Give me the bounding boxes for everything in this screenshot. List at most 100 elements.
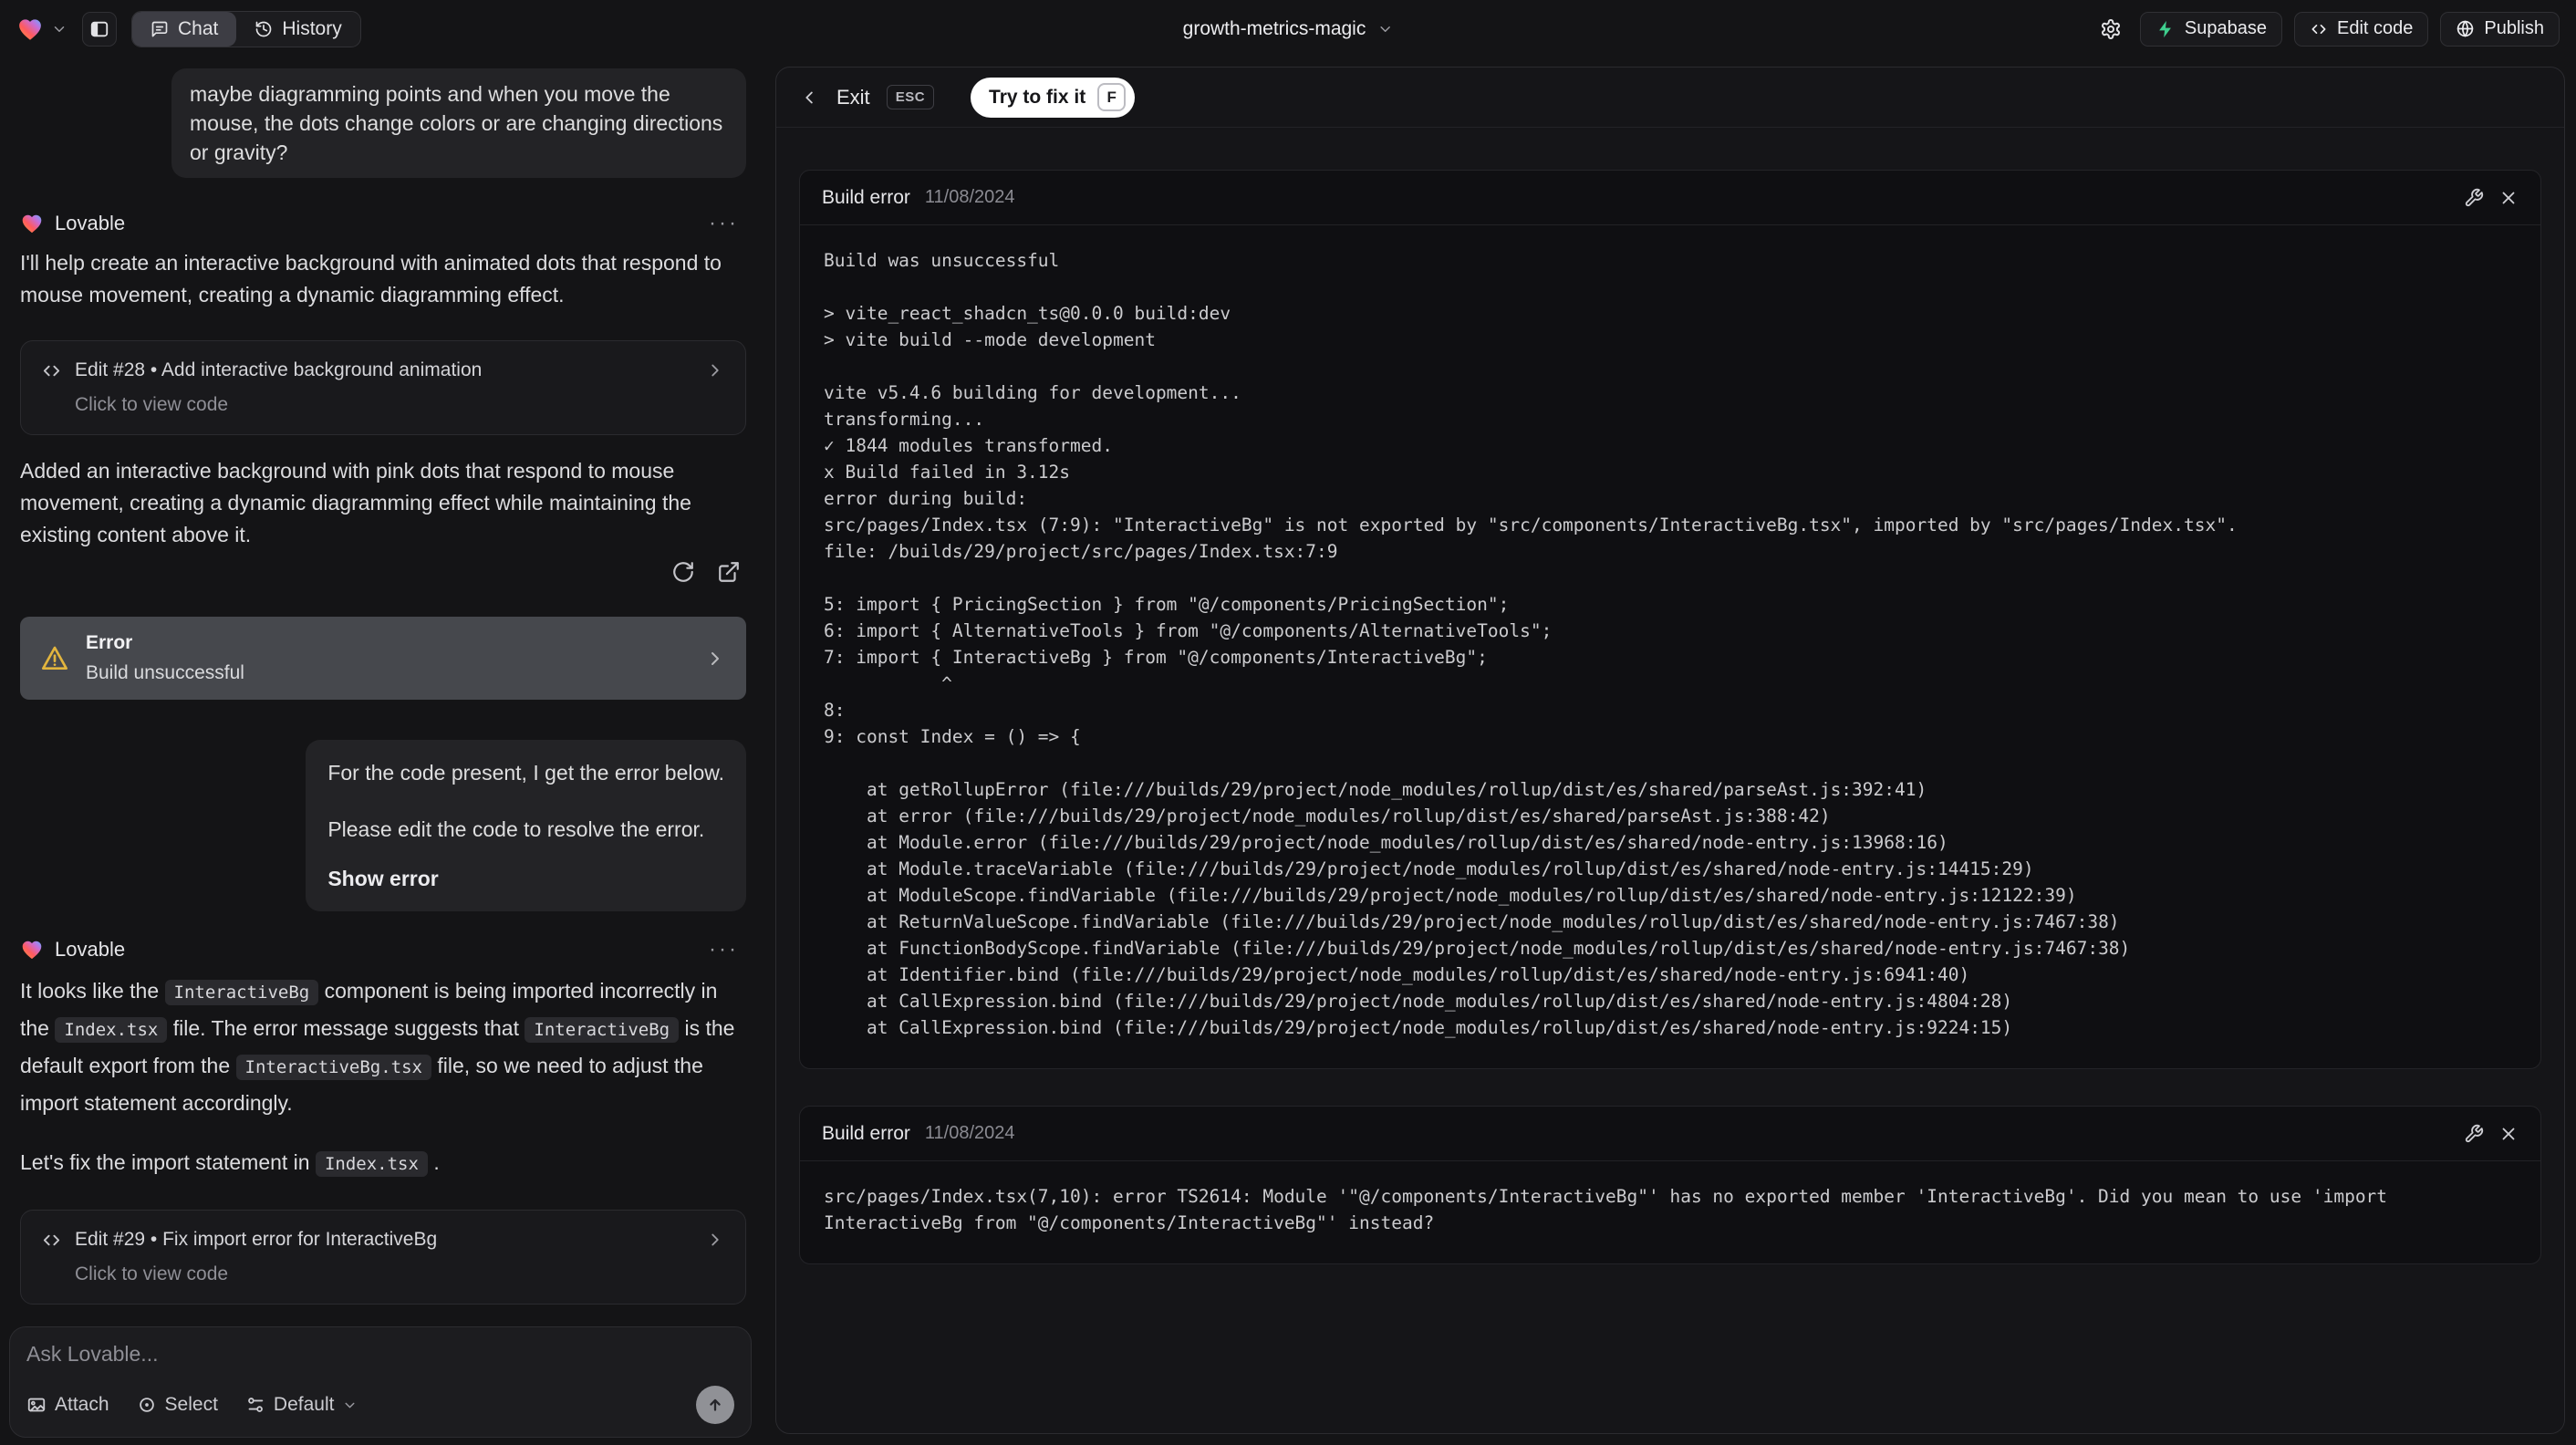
- lovable-heart-icon: [22, 214, 42, 234]
- error-panel-header: Exit ESC Try to fix it F: [776, 68, 2564, 128]
- assistant-name: Lovable: [55, 212, 126, 234]
- build-error-card-body: Build was unsuccessful > vite_react_shad…: [800, 225, 2540, 1068]
- publish-button[interactable]: Publish: [2440, 11, 2560, 47]
- chat-input[interactable]: [26, 1342, 734, 1377]
- edit-card-row: Edit #28 • Add interactive background an…: [41, 359, 725, 381]
- assistant-message: Added an interactive background with pin…: [20, 459, 691, 546]
- code-brackets-icon: [2311, 24, 2326, 34]
- build-error-title: Build error: [822, 186, 910, 208]
- project-switcher[interactable]: growth-metrics-magic: [1183, 0, 1394, 57]
- build-error-date: 11/08/2024: [924, 1123, 1015, 1143]
- user-message: maybe diagramming points and when you mo…: [171, 68, 746, 178]
- build-error-log: src/pages/Index.tsx(7,10): error TS2614:…: [824, 1186, 2398, 1233]
- chat-history-tabs: Chat History: [131, 10, 361, 47]
- chat-input-toolbar: Attach Select Default: [26, 1386, 734, 1424]
- select-label: Select: [164, 1394, 218, 1415]
- inline-code: InteractiveBg: [525, 1017, 680, 1043]
- inline-code: InteractiveBg: [164, 980, 319, 1005]
- lovable-logo-menu[interactable]: [16, 16, 68, 43]
- error-subtitle: Build unsuccessful: [86, 662, 244, 683]
- code-brackets-icon: [43, 1234, 60, 1245]
- edit-code-button[interactable]: Edit code: [2294, 11, 2429, 47]
- text-segment: .: [427, 1150, 440, 1174]
- build-error-title: Build error: [822, 1122, 910, 1144]
- close-icon[interactable]: [2498, 1124, 2519, 1144]
- tab-history-label: History: [282, 17, 342, 39]
- arrow-up-icon: [710, 1398, 721, 1411]
- message-actions: [20, 560, 746, 584]
- chevron-down-icon: [1380, 26, 1390, 32]
- code-brackets-icon: [43, 365, 60, 376]
- settings-button[interactable]: [2093, 12, 2128, 47]
- text-segment: It looks like the: [20, 979, 165, 1003]
- assistant-message: Let's fix the import statement in Index.…: [20, 1145, 746, 1182]
- text-segment: Let's fix the import statement in: [20, 1150, 316, 1174]
- edit-card-subtitle: Click to view code: [75, 394, 229, 415]
- wrench-fix-icon[interactable]: [2464, 188, 2484, 208]
- attach-label: Attach: [55, 1394, 109, 1415]
- try-to-fix-label: Try to fix it: [989, 86, 1086, 108]
- attach-button[interactable]: Attach: [26, 1394, 109, 1416]
- open-in-new-icon[interactable]: [717, 560, 741, 584]
- supabase-label: Supabase: [2184, 18, 2267, 38]
- mode-dropdown[interactable]: Default: [245, 1394, 358, 1416]
- publish-label: Publish: [2484, 18, 2544, 38]
- edit-card-subtitle: Click to view code: [75, 1263, 229, 1284]
- f-key-hint: F: [1097, 83, 1127, 111]
- lovable-heart-icon: [19, 18, 41, 40]
- message-menu-button[interactable]: ···: [709, 211, 739, 236]
- sliders-icon: [248, 1398, 264, 1412]
- close-icon[interactable]: [2498, 188, 2519, 208]
- chevron-right-icon: [712, 364, 719, 377]
- select-element-button[interactable]: Select: [137, 1394, 218, 1416]
- top-bar: Chat History growth-metrics-magic Supaba…: [0, 0, 2576, 57]
- chat-panel: maybe diagramming points and when you mo…: [0, 57, 763, 1445]
- toggle-sidebar-button[interactable]: [82, 11, 117, 47]
- error-panel-body: Build error 11/08/2024 Build was unsucce…: [776, 128, 2564, 1264]
- build-error-log: Build was unsuccessful > vite_react_shad…: [824, 250, 2238, 1038]
- chat-bubble-icon: [151, 21, 168, 36]
- build-error-card-header: Build error 11/08/2024: [800, 1107, 2540, 1161]
- message-menu-button[interactable]: ···: [709, 937, 739, 962]
- edit-card-28[interactable]: Edit #28 • Add interactive background an…: [20, 340, 746, 435]
- inline-code: InteractiveBg.tsx: [235, 1055, 431, 1080]
- assistant-message: I'll help create an interactive backgrou…: [20, 251, 722, 307]
- build-error-card-header: Build error 11/08/2024: [800, 171, 2540, 225]
- esc-key-hint: ESC: [886, 85, 935, 109]
- tab-chat[interactable]: Chat: [132, 11, 237, 47]
- chevron-right-icon: [712, 1233, 719, 1246]
- lovable-heart-icon: [22, 941, 42, 960]
- error-title: Error: [86, 632, 133, 653]
- globe-icon: [2457, 20, 2474, 37]
- show-error-link[interactable]: Show error: [327, 864, 724, 893]
- build-error-card-body: src/pages/Index.tsx(7,10): error TS2614:…: [800, 1161, 2540, 1263]
- error-banner-text: Error Build unsuccessful: [86, 632, 244, 684]
- wrench-fix-icon[interactable]: [2464, 1124, 2484, 1144]
- tab-history[interactable]: History: [236, 12, 359, 47]
- user-message: For the code present, I get the error be…: [306, 740, 746, 911]
- build-error-banner[interactable]: Error Build unsuccessful: [20, 617, 746, 700]
- supabase-bolt-icon: [2159, 20, 2171, 37]
- history-clock-icon: [256, 21, 272, 36]
- try-to-fix-button[interactable]: Try to fix it F: [971, 77, 1136, 118]
- chevron-right-icon: [712, 651, 719, 665]
- inline-code: Index.tsx: [315, 1151, 428, 1177]
- supabase-button[interactable]: Supabase: [2139, 11, 2282, 47]
- panel-left-icon: [90, 21, 109, 36]
- project-name: growth-metrics-magic: [1182, 17, 1366, 39]
- topbar-actions: Supabase Edit code Publish: [2093, 11, 2560, 47]
- edit-card-row: Edit #29 • Fix import error for Interact…: [41, 1229, 725, 1251]
- send-button[interactable]: [696, 1386, 734, 1424]
- chevron-down-icon: [54, 26, 65, 32]
- error-detail-panel: Exit ESC Try to fix it F Build error 11/…: [775, 67, 2565, 1434]
- tab-chat-label: Chat: [178, 17, 219, 39]
- edit-code-label: Edit code: [2337, 18, 2414, 38]
- chat-input-box: Attach Select Default: [9, 1326, 752, 1438]
- user-message-line: For the code present, I get the error be…: [327, 761, 724, 785]
- mode-label: Default: [273, 1394, 335, 1415]
- edit-card-29[interactable]: Edit #29 • Fix import error for Interact…: [20, 1210, 746, 1305]
- exit-button[interactable]: Exit: [836, 86, 870, 109]
- chevron-left-icon: [805, 91, 813, 103]
- restore-icon[interactable]: [671, 560, 695, 584]
- chat-messages: maybe diagramming points and when you mo…: [0, 57, 763, 1326]
